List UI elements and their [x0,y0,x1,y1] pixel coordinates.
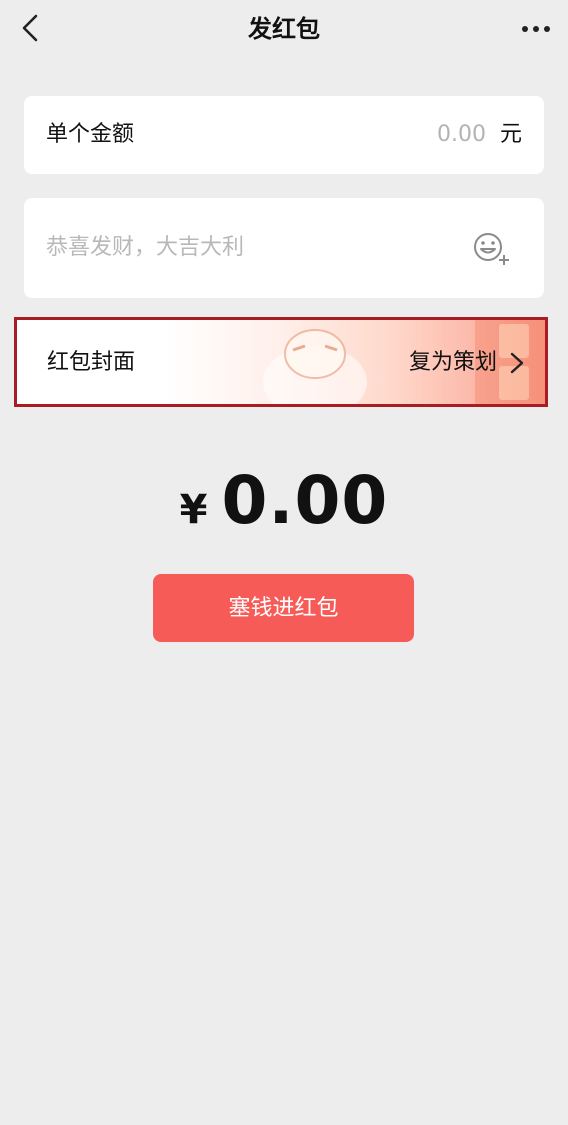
page-title: 发红包 [248,15,320,43]
chevron-right-icon [510,352,524,374]
emoji-button[interactable] [472,230,512,268]
total-amount: 0.00 [221,462,389,539]
emoji-add-icon [474,233,509,265]
put-money-button[interactable]: 塞钱进红包 [153,574,414,642]
more-button[interactable] [518,14,554,44]
cover-value: 复为策划 [408,350,497,375]
message-card [24,198,544,298]
cover-row[interactable]: 红包封面 复为策划 [14,317,548,407]
more-dots-icon [522,26,550,32]
amount-card[interactable]: 单个金额 0.00 元 [24,96,544,174]
amount-input[interactable]: 0.00 [437,118,486,152]
total-amount-display: ¥ 0.00 [0,462,568,542]
currency-symbol: ¥ [179,487,208,533]
nav-bar: 发红包 [0,0,568,60]
amount-label: 单个金额 [46,122,135,147]
greeting-input[interactable] [46,231,466,265]
amount-unit: 元 [499,122,522,147]
cover-label: 红包封面 [47,350,136,375]
